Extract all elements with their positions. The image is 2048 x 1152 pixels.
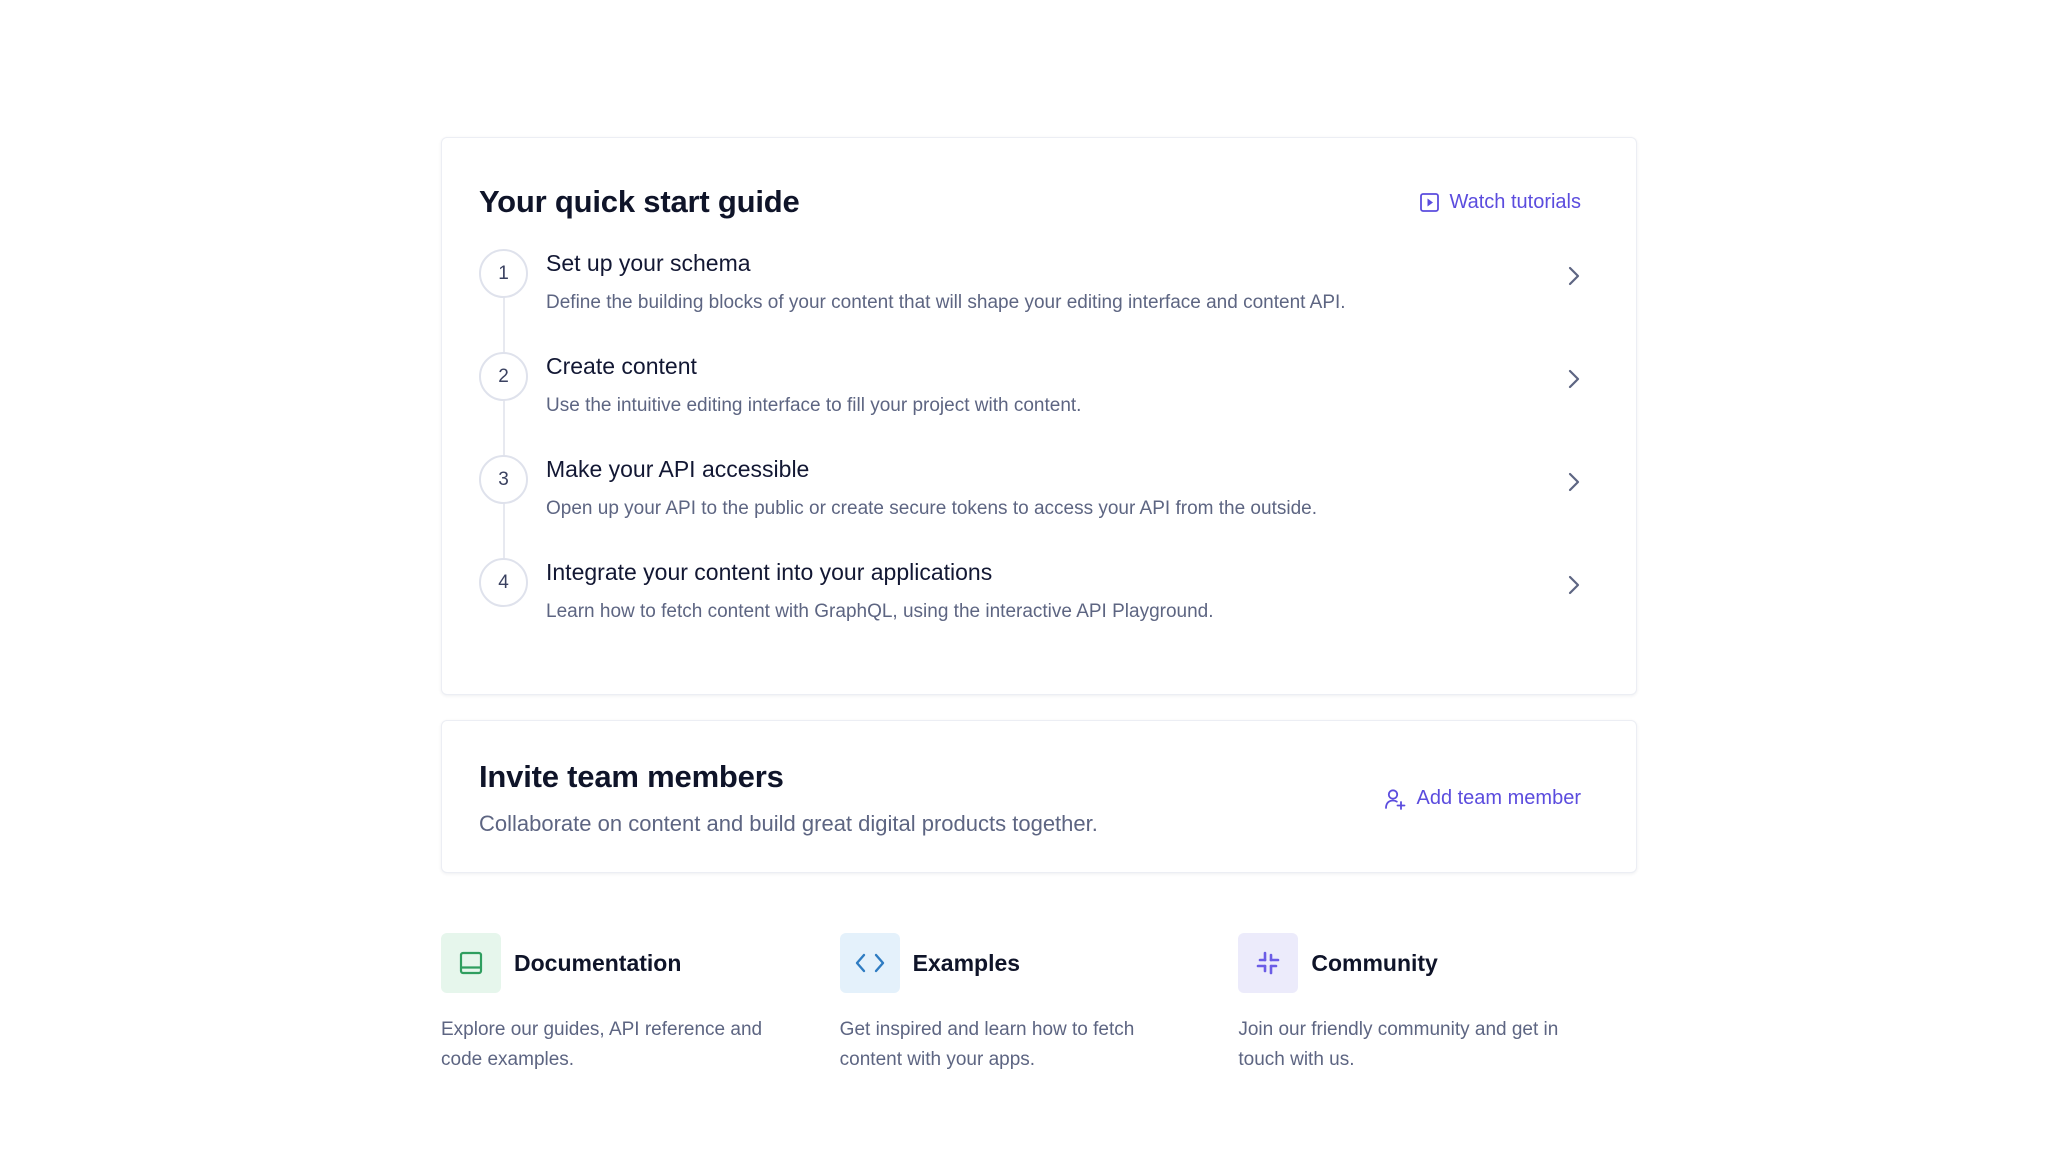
home-content: Your quick start guide Watch tutorials 1… [441, 137, 1637, 1075]
step-item[interactable]: 2 Create content Use the intuitive editi… [479, 352, 1581, 455]
watch-tutorials-label: Watch tutorials [1449, 190, 1581, 213]
community-description: Join our friendly community and get in t… [1238, 1019, 1559, 1070]
chevron-right-icon [1567, 574, 1581, 601]
step-description: Define the building blocks of your conte… [546, 292, 1346, 313]
play-icon [1420, 192, 1440, 212]
invite-card: Invite team members Collaborate on conte… [441, 720, 1637, 873]
chevron-right-icon [1567, 471, 1581, 498]
step-number: 2 [479, 352, 528, 401]
step-description: Learn how to fetch content with GraphQL,… [546, 601, 1214, 622]
step-number: 3 [479, 455, 528, 504]
step-text: Make your API accessible Open up your AP… [546, 455, 1581, 521]
documentation-title: Documentation [514, 949, 682, 976]
user-plus-icon [1384, 788, 1406, 810]
step-item[interactable]: 4 Integrate your content into your appli… [479, 558, 1581, 661]
add-team-member-link[interactable]: Add team member [1384, 787, 1581, 810]
documentation-link[interactable]: Documentation [441, 933, 840, 993]
examples-title: Examples [912, 949, 1021, 976]
step-item[interactable]: 1 Set up your schema Define the building… [479, 249, 1581, 352]
add-team-member-label: Add team member [1416, 787, 1581, 809]
slack-icon [1238, 933, 1299, 993]
step-title: Make your API accessible [546, 456, 810, 482]
chevron-right-icon [1567, 265, 1581, 292]
examples-description: Get inspired and learn how to fetch cont… [839, 1019, 1135, 1070]
invite-subtitle: Collaborate on content and build great d… [479, 811, 1098, 836]
resource-community: Community Join our friendly community an… [1238, 933, 1637, 1075]
code-icon [839, 933, 900, 993]
step-text: Set up your schema Define the building b… [546, 249, 1581, 315]
step-description: Open up your API to the public or create… [546, 498, 1317, 519]
step-text: Create content Use the intuitive editing… [546, 352, 1581, 418]
quick-start-header: Your quick start guide Watch tutorials [479, 182, 1581, 222]
community-link[interactable]: Community [1238, 933, 1637, 993]
step-title: Create content [546, 353, 697, 379]
resources-row: Documentation Explore our guides, API re… [441, 933, 1637, 1075]
quick-start-title: Your quick start guide [479, 184, 800, 219]
step-number: 4 [479, 558, 528, 607]
step-number: 1 [479, 249, 528, 298]
step-item[interactable]: 3 Make your API accessible Open up your … [479, 455, 1581, 558]
examples-link[interactable]: Examples [839, 933, 1239, 993]
community-title: Community [1311, 949, 1438, 976]
steps-list: 1 Set up your schema Define the building… [479, 249, 1581, 661]
step-title: Integrate your content into your applica… [546, 559, 993, 585]
resource-examples: Examples Get inspired and learn how to f… [839, 933, 1239, 1075]
book-icon [441, 933, 501, 993]
step-description: Use the intuitive editing interface to f… [546, 395, 1082, 416]
quick-start-card: Your quick start guide Watch tutorials 1… [441, 137, 1637, 695]
chevron-right-icon [1567, 368, 1581, 395]
documentation-description: Explore our guides, API reference and co… [441, 1019, 763, 1070]
invite-title: Invite team members [479, 759, 784, 794]
step-title: Set up your schema [546, 250, 751, 276]
resource-documentation: Documentation Explore our guides, API re… [441, 933, 840, 1075]
step-text: Integrate your content into your applica… [546, 558, 1581, 624]
watch-tutorials-link[interactable]: Watch tutorials [1420, 191, 1581, 214]
invite-text: Invite team members Collaborate on conte… [479, 759, 1098, 837]
